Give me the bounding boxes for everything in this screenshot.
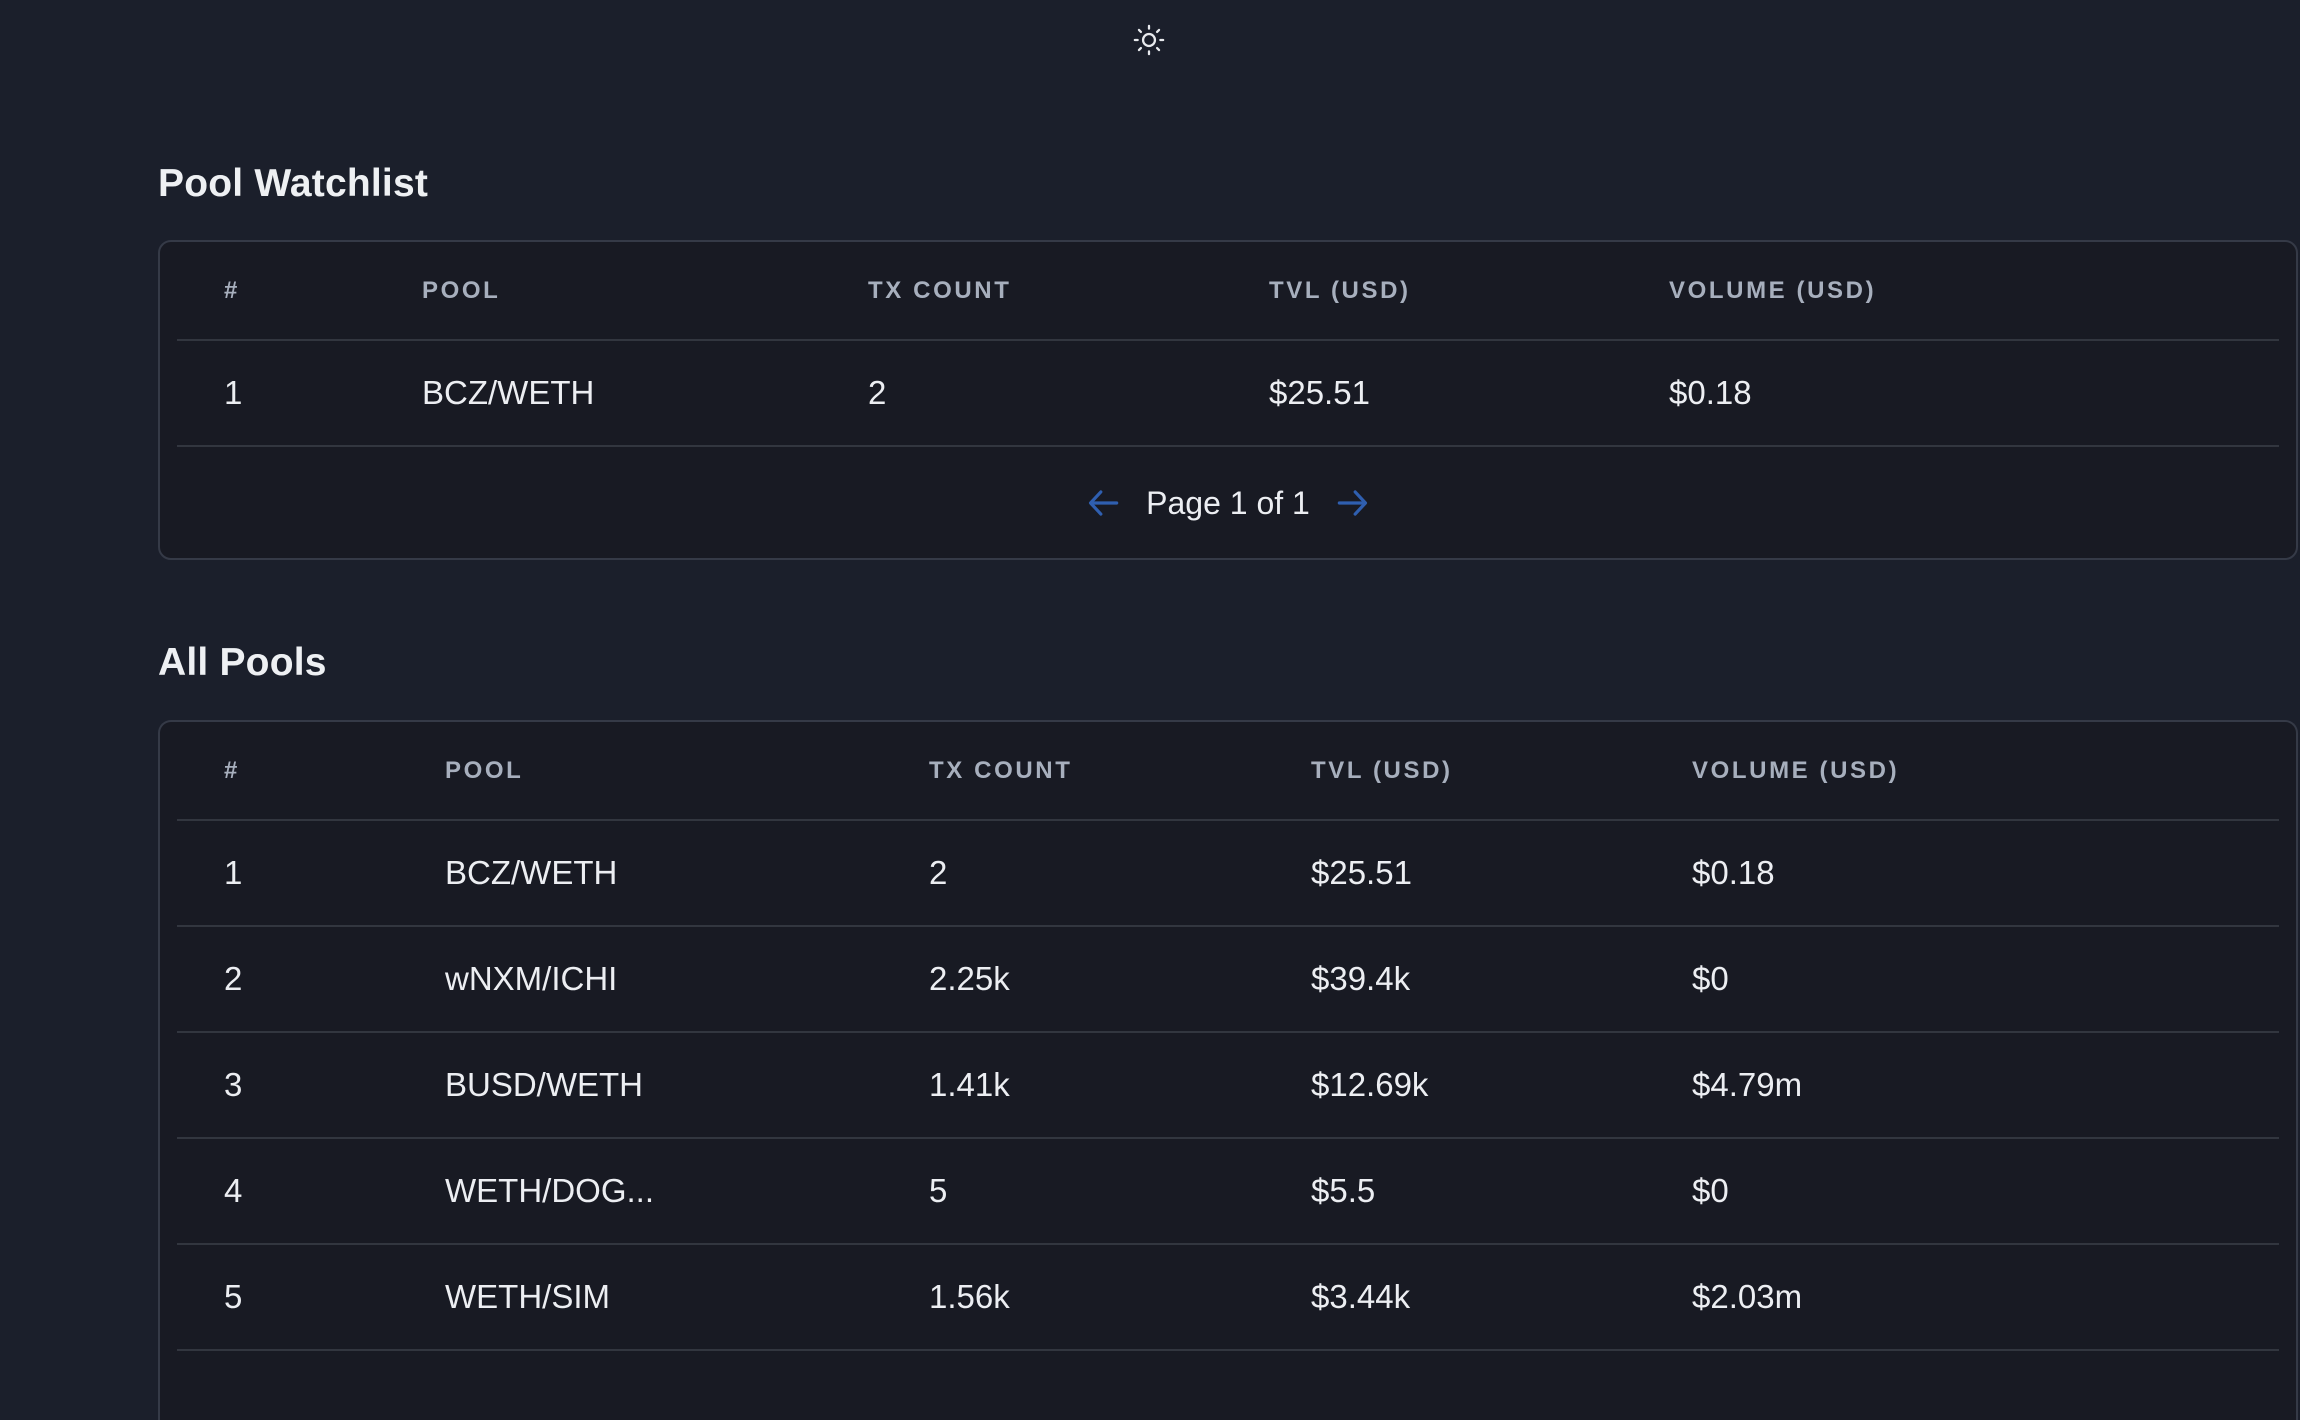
row-tx-count: 1.41k	[929, 1066, 1010, 1103]
table-row[interactable]: 2 wNXM/ICHI 2.25k $39.4k $0	[177, 927, 2279, 1033]
column-header-volume[interactable]: VOLUME (USD)	[1669, 242, 1876, 339]
row-tx-count: 1.56k	[929, 1278, 1010, 1315]
column-header-volume[interactable]: VOLUME (USD)	[1692, 722, 1899, 819]
column-header-pool[interactable]: POOL	[422, 242, 500, 339]
all-pools-title: All Pools	[158, 641, 327, 684]
row-volume: $0.18	[1669, 374, 1752, 411]
row-volume: $4.79m	[1692, 1066, 1803, 1103]
row-tvl: $5.5	[1311, 1172, 1376, 1209]
row-rank: 2	[224, 960, 243, 997]
column-header-tx-count[interactable]: TX COUNT	[929, 722, 1072, 819]
watchlist-title: Pool Watchlist	[158, 162, 429, 205]
table-row[interactable]: 5 WETH/SIM 1.56k $3.44k $2.03m	[177, 1245, 2279, 1351]
column-header-tvl[interactable]: TVL (USD)	[1269, 242, 1411, 339]
previous-page-button[interactable]	[1084, 483, 1124, 523]
row-rank: 1	[224, 854, 243, 891]
row-pool[interactable]: BUSD/WETH	[445, 1033, 643, 1137]
row-tvl: $3.44k	[1311, 1278, 1411, 1315]
row-rank: 4	[224, 1172, 243, 1209]
row-tx-count: 5	[929, 1172, 948, 1209]
pagination: Page 1 of 1	[177, 447, 2279, 559]
row-tvl: $39.4k	[1311, 960, 1411, 997]
column-header-pool[interactable]: POOL	[445, 722, 523, 819]
table-row[interactable]: 3 BUSD/WETH 1.41k $12.69k $4.79m	[177, 1033, 2279, 1139]
row-rank: 1	[224, 374, 243, 411]
row-tvl: $25.51	[1311, 854, 1412, 891]
table-row[interactable]: 1 BCZ/WETH 2 $25.51 $0.18	[177, 341, 2279, 447]
page-indicator: Page 1 of 1	[1146, 484, 1310, 521]
top-bar	[0, 0, 2300, 80]
table-header: # POOL TX COUNT TVL (USD) VOLUME (USD)	[177, 722, 2279, 821]
row-volume: $2.03m	[1692, 1278, 1803, 1315]
column-header-tx-count[interactable]: TX COUNT	[868, 242, 1011, 339]
row-pool[interactable]: BCZ/WETH	[422, 341, 594, 445]
row-rank: 5	[224, 1278, 243, 1315]
row-tx-count: 2	[868, 374, 887, 411]
next-page-button[interactable]	[1332, 483, 1372, 523]
all-pools-table: # POOL TX COUNT TVL (USD) VOLUME (USD) 1…	[158, 720, 2298, 1420]
row-rank: 3	[224, 1066, 243, 1103]
row-pool[interactable]: wNXM/ICHI	[445, 927, 617, 1031]
column-header-tvl[interactable]: TVL (USD)	[1311, 722, 1453, 819]
row-pool[interactable]: BCZ/WETH	[445, 821, 617, 925]
watchlist-table: # POOL TX COUNT TVL (USD) VOLUME (USD) 1…	[158, 240, 2298, 560]
arrow-right-icon	[1337, 490, 1367, 516]
row-tvl: $25.51	[1269, 374, 1370, 411]
row-volume: $0	[1692, 1172, 1729, 1209]
table-row[interactable]: 4 WETH/DOG... 5 $5.5 $0	[177, 1139, 2279, 1245]
row-tvl: $12.69k	[1311, 1066, 1429, 1103]
theme-toggle-button[interactable]	[1131, 22, 1167, 58]
table-row[interactable]: 1 BCZ/WETH 2 $25.51 $0.18	[177, 821, 2279, 927]
row-tx-count: 2	[929, 854, 948, 891]
column-header-rank[interactable]: #	[224, 242, 240, 339]
sun-icon	[1133, 24, 1165, 56]
table-header: # POOL TX COUNT TVL (USD) VOLUME (USD)	[177, 242, 2279, 341]
row-volume: $0.18	[1692, 854, 1775, 891]
row-pool[interactable]: WETH/SIM	[445, 1245, 610, 1349]
arrow-left-icon	[1089, 490, 1119, 516]
column-header-rank[interactable]: #	[224, 722, 240, 819]
row-pool[interactable]: WETH/DOG...	[445, 1139, 654, 1243]
row-volume: $0	[1692, 960, 1729, 997]
row-tx-count: 2.25k	[929, 960, 1010, 997]
